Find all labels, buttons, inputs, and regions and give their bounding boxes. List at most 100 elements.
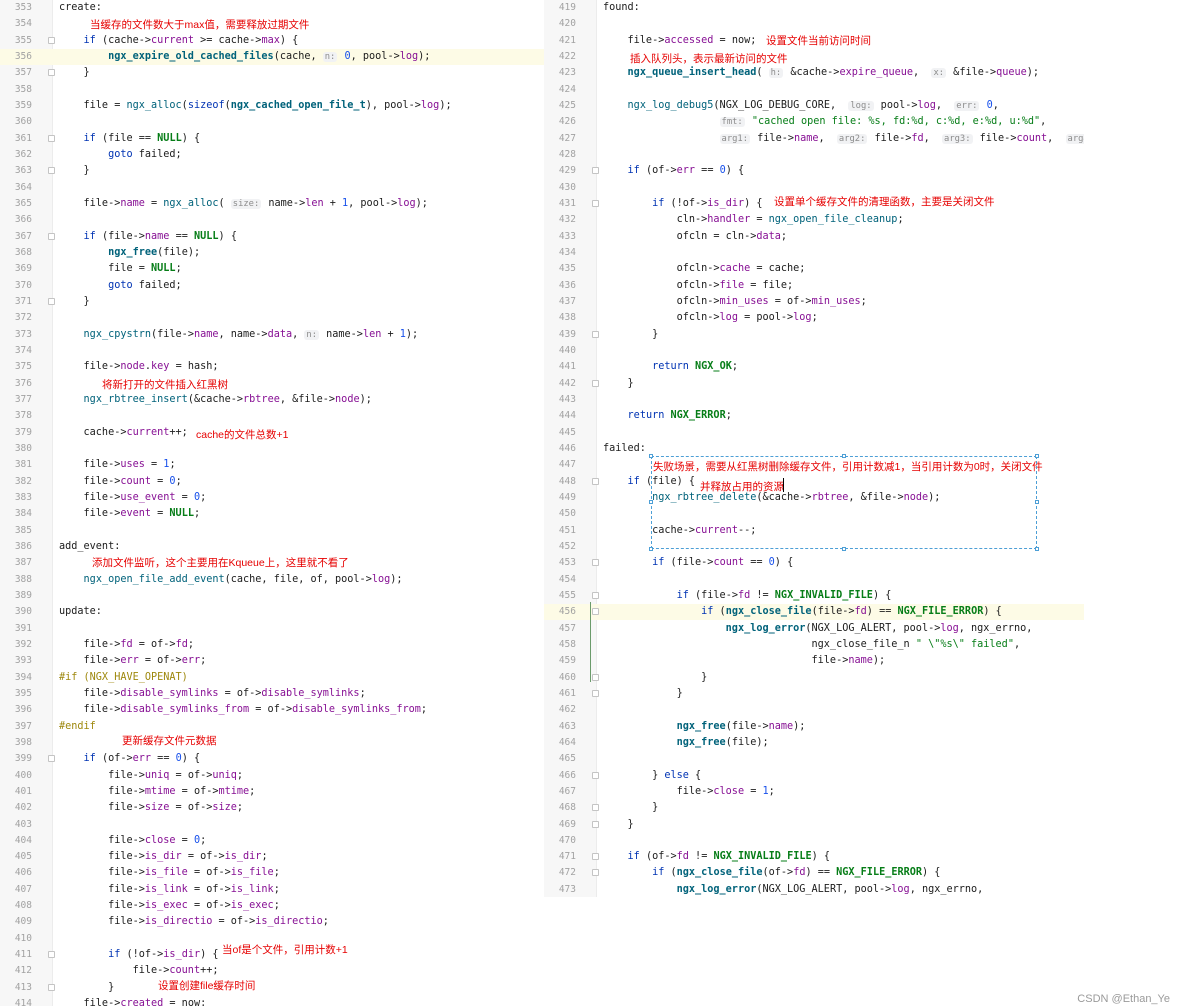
code-line[interactable]: 462 xyxy=(544,702,1084,718)
code-line[interactable]: 413 } xyxy=(0,980,544,996)
line-number[interactable]: 467 xyxy=(544,784,576,800)
code-line[interactable]: 393 file->err = of->err; xyxy=(0,653,544,669)
line-number[interactable]: 381 xyxy=(0,457,32,473)
resize-handle[interactable] xyxy=(1035,547,1039,551)
line-number[interactable]: 406 xyxy=(0,865,32,881)
code-line[interactable]: 388 ngx_open_file_add_event(cache, file,… xyxy=(0,572,544,588)
code-line[interactable]: 377 ngx_rbtree_insert(&cache->rbtree, &f… xyxy=(0,392,544,408)
code-line[interactable]: 364 xyxy=(0,180,544,196)
line-number[interactable]: 442 xyxy=(544,376,576,392)
line-number[interactable]: 402 xyxy=(0,800,32,816)
line-number[interactable]: 385 xyxy=(0,523,32,539)
code-line[interactable]: 437 ofcln->min_uses = of->min_uses; xyxy=(544,294,1084,310)
line-number[interactable]: 367 xyxy=(0,229,32,245)
code-line[interactable]: 373 ngx_cpystrn(file->name, name->data, … xyxy=(0,327,544,343)
code-line[interactable]: 412 file->count++; xyxy=(0,963,544,979)
code-text[interactable]: if (!of->is_dir) { xyxy=(59,947,218,963)
code-text[interactable]: file->uses = 1; xyxy=(59,457,176,473)
code-text[interactable]: #if (NGX_HAVE_OPENAT) xyxy=(59,670,188,686)
code-text[interactable]: file->uniq = of->uniq; xyxy=(59,768,243,784)
line-number[interactable]: 435 xyxy=(544,261,576,277)
code-text[interactable]: create: xyxy=(59,0,102,16)
code-text[interactable]: file->name); xyxy=(603,653,886,669)
code-text[interactable]: ofcln->min_uses = of->min_uses; xyxy=(603,294,867,310)
code-line[interactable]: 455 if (file->fd != NGX_INVALID_FILE) { xyxy=(544,588,1084,604)
line-number[interactable]: 472 xyxy=(544,865,576,881)
fold-toggle-icon[interactable] xyxy=(48,755,55,763)
code-text[interactable]: fmt: "cached open file: %s, fd:%d, c:%d,… xyxy=(603,114,1046,130)
fold-toggle-icon[interactable] xyxy=(592,199,599,207)
code-line[interactable]: 438 ofcln->log = pool->log; xyxy=(544,310,1084,326)
code-text[interactable]: file->mtime = of->mtime; xyxy=(59,784,255,800)
line-number[interactable]: 414 xyxy=(0,996,32,1006)
code-line[interactable]: 381 file->uses = 1; xyxy=(0,457,544,473)
code-text[interactable]: ofcln->log = pool->log; xyxy=(603,310,818,326)
line-number[interactable]: 356 xyxy=(0,49,32,65)
line-number[interactable]: 437 xyxy=(544,294,576,310)
line-number[interactable]: 440 xyxy=(544,343,576,359)
code-line[interactable]: 390 update: xyxy=(0,604,544,620)
code-line[interactable]: 429 if (of->err == 0) { xyxy=(544,163,1084,179)
line-number[interactable]: 420 xyxy=(544,16,576,32)
code-line[interactable]: 382 file->count = 0; xyxy=(0,474,544,490)
code-text[interactable]: } xyxy=(603,686,683,702)
fold-toggle-icon[interactable] xyxy=(592,673,599,681)
code-text[interactable]: } xyxy=(59,163,90,179)
line-number[interactable]: 395 xyxy=(0,686,32,702)
code-line[interactable]: 428 xyxy=(544,147,1084,163)
fold-toggle-icon[interactable] xyxy=(48,297,55,305)
code-text[interactable]: if (file->fd != NGX_INVALID_FILE) { xyxy=(603,588,892,604)
line-number[interactable]: 409 xyxy=(0,914,32,930)
code-text[interactable]: } xyxy=(59,294,90,310)
fold-toggle-icon[interactable] xyxy=(592,477,599,485)
fold-toggle-icon[interactable] xyxy=(48,951,55,959)
code-text[interactable]: file = NULL; xyxy=(59,261,182,277)
code-text[interactable]: if (of->err == 0) { xyxy=(603,163,745,179)
line-number[interactable]: 458 xyxy=(544,637,576,653)
line-number[interactable]: 370 xyxy=(0,278,32,294)
code-line[interactable]: 394 #if (NGX_HAVE_OPENAT) xyxy=(0,670,544,686)
line-number[interactable]: 379 xyxy=(0,425,32,441)
code-text[interactable]: file->count = 0; xyxy=(59,474,182,490)
code-text[interactable]: file->count++; xyxy=(59,963,219,979)
line-number[interactable]: 436 xyxy=(544,278,576,294)
line-number[interactable]: 397 xyxy=(0,719,32,735)
line-number[interactable]: 392 xyxy=(0,637,32,653)
line-number[interactable]: 364 xyxy=(0,180,32,196)
line-number[interactable]: 391 xyxy=(0,621,32,637)
code-line[interactable]: 367 if (file->name == NULL) { xyxy=(0,229,544,245)
code-text[interactable]: file->accessed = now; xyxy=(603,33,757,49)
code-text[interactable]: file = ngx_alloc(sizeof(ngx_cached_open_… xyxy=(59,98,452,114)
code-line[interactable]: 434 xyxy=(544,245,1084,261)
resize-handle[interactable] xyxy=(649,454,653,458)
code-line[interactable]: 420 xyxy=(544,16,1084,32)
code-line[interactable]: 365 file->name = ngx_alloc( size: name->… xyxy=(0,196,544,212)
code-text[interactable]: if (file->count == 0) { xyxy=(603,555,793,571)
resize-handle[interactable] xyxy=(842,454,846,458)
line-number[interactable]: 423 xyxy=(544,65,576,81)
code-text[interactable]: ngx_queue_insert_head( h: &cache->expire… xyxy=(603,65,1039,81)
line-number[interactable]: 430 xyxy=(544,180,576,196)
line-number[interactable]: 473 xyxy=(544,882,576,897)
code-line[interactable]: 385 xyxy=(0,523,544,539)
code-text[interactable]: file->name = ngx_alloc( size: name->len … xyxy=(59,196,428,212)
line-number[interactable]: 466 xyxy=(544,768,576,784)
code-line[interactable]: 395 file->disable_symlinks = of->disable… xyxy=(0,686,544,702)
code-line[interactable]: 366 xyxy=(0,212,544,228)
code-line[interactable]: 383 file->use_event = 0; xyxy=(0,490,544,506)
line-number[interactable]: 368 xyxy=(0,245,32,261)
code-text[interactable]: cln->handler = ngx_open_file_cleanup; xyxy=(603,212,904,228)
line-number[interactable]: 441 xyxy=(544,359,576,375)
code-line[interactable]: 439 } xyxy=(544,327,1084,343)
resize-handle[interactable] xyxy=(842,547,846,551)
line-number[interactable]: 366 xyxy=(0,212,32,228)
line-number[interactable]: 439 xyxy=(544,327,576,343)
code-line[interactable]: 454 xyxy=(544,572,1084,588)
line-number[interactable]: 388 xyxy=(0,572,32,588)
code-text[interactable]: file->size = of->size; xyxy=(59,800,243,816)
fold-toggle-icon[interactable] xyxy=(48,232,55,240)
line-number[interactable]: 371 xyxy=(0,294,32,310)
code-line[interactable]: 371 } xyxy=(0,294,544,310)
line-number[interactable]: 412 xyxy=(0,963,32,979)
code-line[interactable]: 426 fmt: "cached open file: %s, fd:%d, c… xyxy=(544,114,1084,130)
